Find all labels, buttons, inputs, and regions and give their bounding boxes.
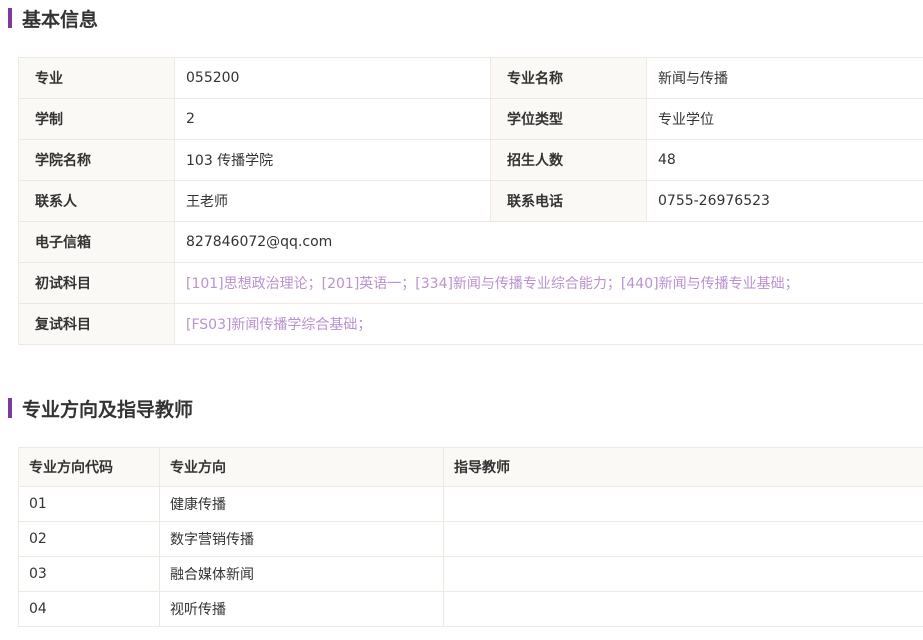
direction-code: 02 <box>18 521 160 557</box>
degree-type-label: 学位类型 <box>490 98 647 140</box>
table-row: 04 视听传播 <box>18 591 923 627</box>
table-row: 学制 2 学位类型 专业学位 <box>18 98 923 140</box>
direction-advisor <box>443 521 923 557</box>
table-row: 学院名称 103 传播学院 招生人数 48 <box>18 139 923 181</box>
duration-label: 学制 <box>18 98 175 140</box>
contact-value: 王老师 <box>174 180 491 222</box>
email-value: 827846072@qq.com <box>174 221 923 263</box>
major-code-label: 专业 <box>18 57 175 99</box>
directions-table: 专业方向代码 专业方向 指导教师 01 健康传播 02 数字营销传播 03 融合… <box>18 447 923 627</box>
contact-label: 联系人 <box>18 180 175 222</box>
table-header-row: 专业方向代码 专业方向 指导教师 <box>18 447 923 487</box>
table-row: 电子信箱 827846072@qq.com <box>18 221 923 263</box>
prelim-subjects-label: 初试科目 <box>18 262 175 304</box>
prelim-subjects-link[interactable]: [101]思想政治理论；[201]英语一；[334]新闻与传播专业综合能力；[4… <box>174 262 923 304</box>
direction-name: 数字营销传播 <box>159 521 444 557</box>
email-label: 电子信箱 <box>18 221 175 263</box>
direction-code: 04 <box>18 591 160 627</box>
major-name-label: 专业名称 <box>490 57 647 99</box>
section-title-directions: 专业方向及指导教师 <box>8 397 194 421</box>
header-direction-name: 专业方向 <box>159 447 444 487</box>
section-title-text: 基本信息 <box>22 8 99 31</box>
retest-subjects-link[interactable]: [FS03]新闻传播学综合基础； <box>174 303 923 345</box>
header-advisor: 指导教师 <box>443 447 923 487</box>
college-label: 学院名称 <box>18 139 175 181</box>
direction-advisor <box>443 486 923 522</box>
phone-label: 联系电话 <box>490 180 647 222</box>
enrollment-value: 48 <box>646 139 923 181</box>
section-accent-bar <box>8 398 12 418</box>
direction-code: 03 <box>18 556 160 592</box>
section-accent-bar <box>8 8 12 28</box>
direction-advisor <box>443 591 923 627</box>
table-row: 联系人 王老师 联系电话 0755-26976523 <box>18 180 923 222</box>
basic-info-table: 专业 055200 专业名称 新闻与传播 学制 2 学位类型 专业学位 学院名称… <box>18 57 923 345</box>
degree-type-value: 专业学位 <box>646 98 923 140</box>
enrollment-label: 招生人数 <box>490 139 647 181</box>
direction-advisor <box>443 556 923 592</box>
table-row: 03 融合媒体新闻 <box>18 556 923 592</box>
table-row: 02 数字营销传播 <box>18 521 923 557</box>
college-value: 103 传播学院 <box>174 139 491 181</box>
table-row: 初试科目 [101]思想政治理论；[201]英语一；[334]新闻与传播专业综合… <box>18 262 923 304</box>
direction-name: 视听传播 <box>159 591 444 627</box>
phone-value: 0755-26976523 <box>646 180 923 222</box>
table-row: 复试科目 [FS03]新闻传播学综合基础； <box>18 303 923 345</box>
table-row: 01 健康传播 <box>18 486 923 522</box>
duration-value: 2 <box>174 98 491 140</box>
retest-subjects-label: 复试科目 <box>18 303 175 345</box>
major-name-value: 新闻与传播 <box>646 57 923 99</box>
section-title-text: 专业方向及指导教师 <box>22 398 194 421</box>
table-row: 专业 055200 专业名称 新闻与传播 <box>18 57 923 99</box>
major-code-value: 055200 <box>174 57 491 99</box>
header-direction-code: 专业方向代码 <box>18 447 160 487</box>
section-title-basic-info: 基本信息 <box>8 7 99 31</box>
direction-name: 健康传播 <box>159 486 444 522</box>
direction-code: 01 <box>18 486 160 522</box>
direction-name: 融合媒体新闻 <box>159 556 444 592</box>
